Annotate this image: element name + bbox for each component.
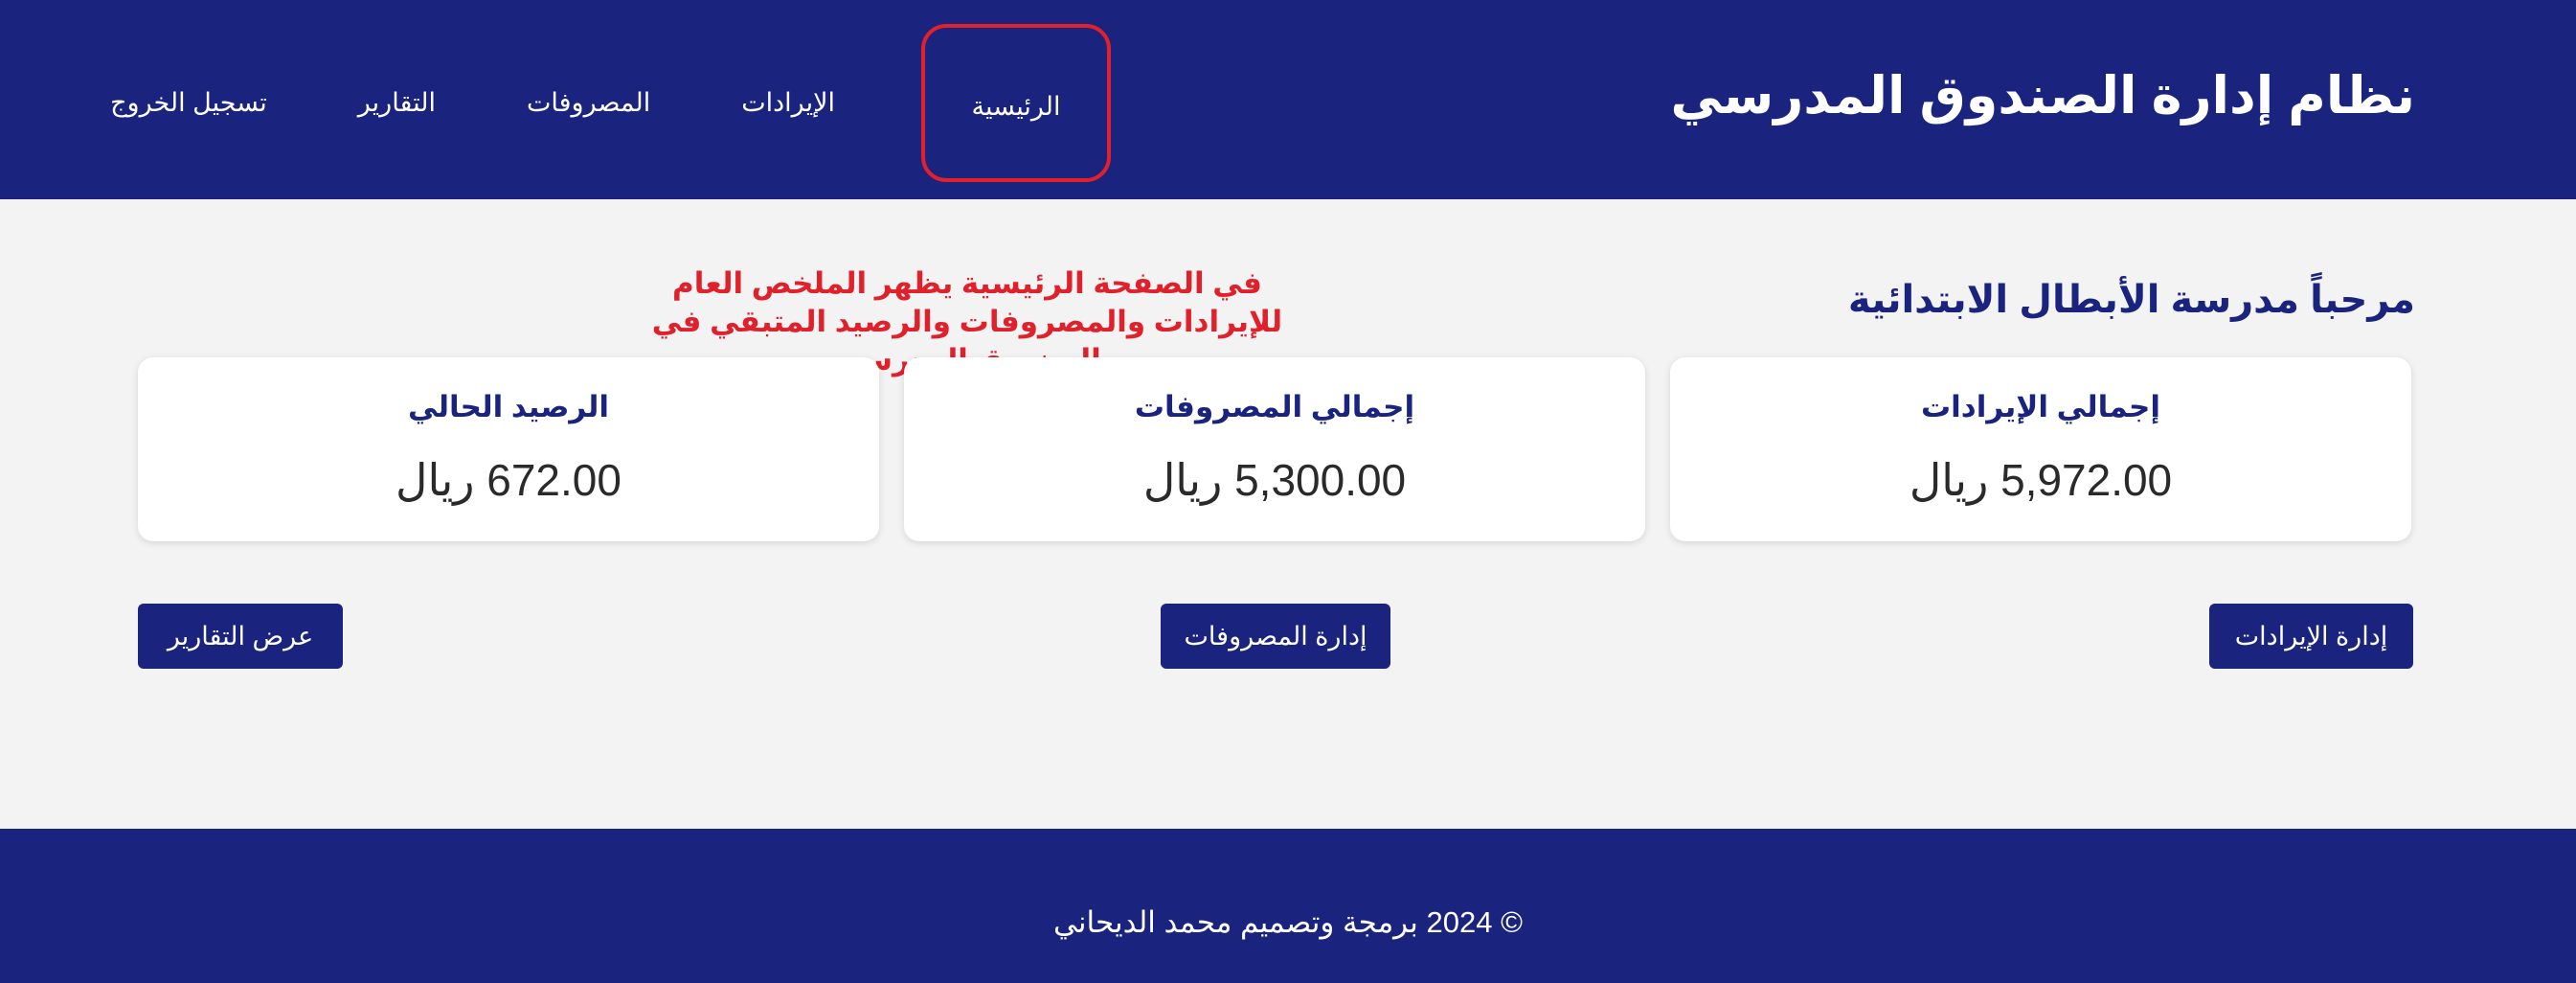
app-title: نظام إدارة الصندوق المدرسي xyxy=(1670,67,2415,125)
nav-item-logout[interactable]: تسجيل الخروج xyxy=(110,88,267,118)
card-value: 5,972.00 ريال xyxy=(1909,455,2173,505)
manage-revenues-button[interactable]: إدارة الإيرادات xyxy=(2209,604,2413,669)
card-value: 5,300.00 ريال xyxy=(1142,455,1407,505)
card-title: إجمالي المصروفات xyxy=(1134,390,1415,423)
main-nav: الرئيسية الإيرادات المصروفات التقارير تس… xyxy=(110,24,1111,182)
card-value: 672.00 ريال xyxy=(395,455,621,505)
summary-card-revenues: إجمالي الإيرادات 5,972.00 ريال xyxy=(1670,357,2411,541)
card-title: الرصيد الحالي xyxy=(408,390,609,423)
welcome-heading: مرحباً مدرسة الأبطال الابتدائية xyxy=(1847,279,2415,321)
page: نظام إدارة الصندوق المدرسي الرئيسية الإي… xyxy=(0,0,2576,983)
summary-card-expenses: إجمالي المصروفات 5,300.00 ريال xyxy=(904,357,1645,541)
manage-expenses-button[interactable]: إدارة المصروفات xyxy=(1161,604,1390,669)
footer-copyright: © 2024 برمجة وتصميم محمد الديحاني xyxy=(1053,905,1523,939)
card-title: إجمالي الإيرادات xyxy=(1921,390,2160,423)
top-header: نظام إدارة الصندوق المدرسي الرئيسية الإي… xyxy=(0,0,2576,199)
footer: © 2024 برمجة وتصميم محمد الديحاني xyxy=(0,829,2576,983)
view-reports-button[interactable]: عرض التقارير xyxy=(138,604,343,669)
nav-item-revenues[interactable]: الإيرادات xyxy=(741,88,835,118)
nav-item-reports[interactable]: التقارير xyxy=(358,88,436,118)
nav-item-home[interactable]: الرئيسية xyxy=(921,24,1111,182)
summary-card-balance: الرصيد الحالي 672.00 ريال xyxy=(138,357,879,541)
nav-item-expenses[interactable]: المصروفات xyxy=(527,88,650,118)
